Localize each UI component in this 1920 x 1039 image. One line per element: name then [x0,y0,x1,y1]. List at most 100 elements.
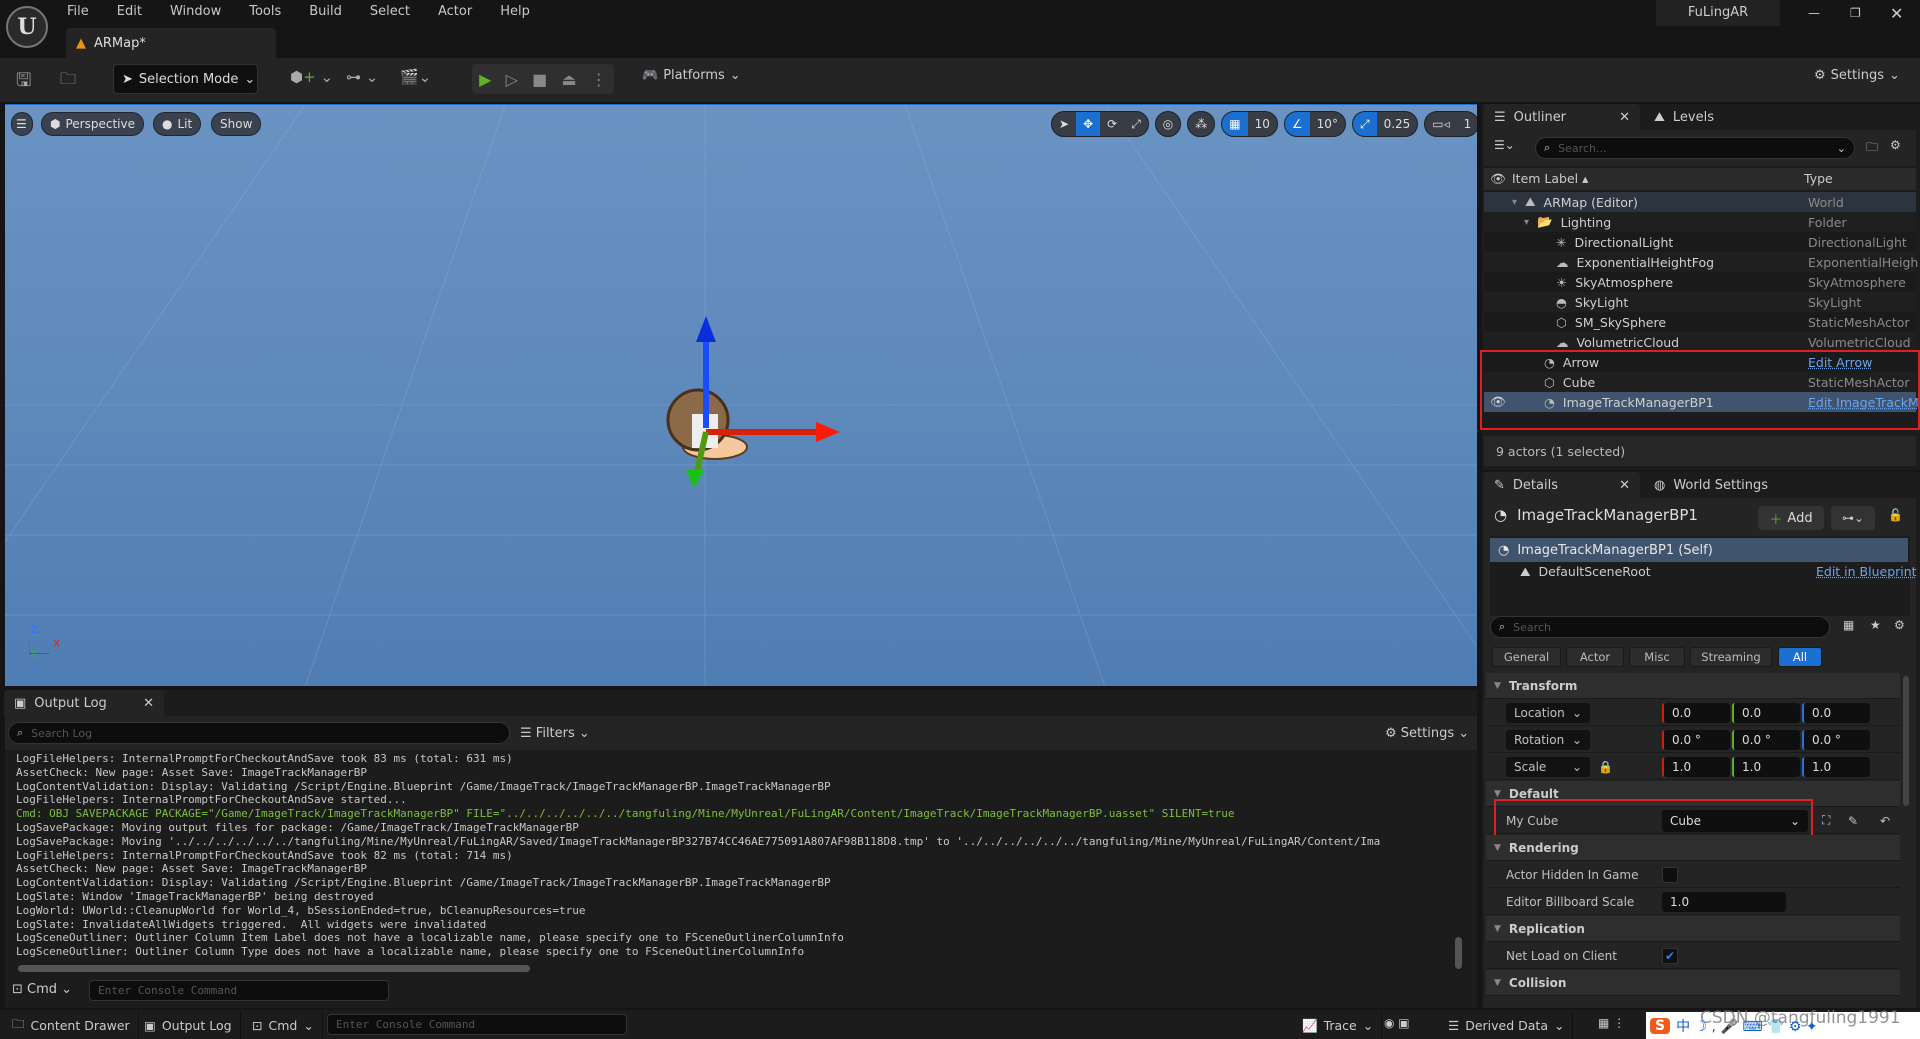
rotation-z[interactable]: 0.0 ° [1802,729,1870,750]
close-icon[interactable]: ✕ [1619,110,1630,125]
filter-misc[interactable]: Misc [1629,647,1685,667]
section-transform[interactable]: Transform [1486,673,1900,699]
minimize-button[interactable]: — [1808,6,1820,20]
location-z[interactable]: 0.0 [1802,702,1870,723]
blueprint-icon[interactable]: ⊶ ⌄ [346,68,378,86]
menu-edit[interactable]: Edit [117,4,142,19]
tab-levels[interactable]: ⛰ Levels [1644,104,1724,130]
output-log-button[interactable]: ▣ Output Log [136,1012,241,1039]
add-component-button[interactable]: ＋ Add [1758,506,1824,530]
scale-y[interactable]: 1.0 [1732,756,1800,777]
save-icon[interactable]: 🖫 [16,68,31,98]
scale-dropdown[interactable]: Scale ⌄ [1506,756,1590,777]
billboard-scale-input[interactable]: 1.0 [1662,891,1786,912]
cinematics-icon[interactable]: 🎬⌄ [400,68,431,86]
section-rendering[interactable]: Rendering [1486,835,1900,861]
outliner-row[interactable]: ☀ SkyAtmosphere SkyAtmosphere [1484,272,1916,292]
record-icon[interactable]: ◉ ▣ [1384,1016,1410,1030]
rotation-dropdown[interactable]: Rotation ⌄ [1506,729,1590,750]
eyedropper-icon[interactable]: ✎ [1848,814,1858,828]
menu-tools[interactable]: Tools [249,4,281,19]
rotate-tool-icon[interactable]: ⟳ [1100,112,1124,136]
component-self[interactable]: ◔ ImageTrackManagerBP1 (Self) [1490,538,1908,562]
grid-snap-icon[interactable]: ▦ [1222,112,1248,136]
source-control-icon[interactable]: ▦ ⋮ [1598,1016,1625,1030]
visibility-icon[interactable]: 👁 [1490,171,1506,187]
scale-snap-value[interactable]: 0.25 [1377,112,1418,136]
scale-tool-icon[interactable]: ⤢ [1124,112,1148,136]
section-collision[interactable]: Collision [1486,970,1900,996]
trace-button[interactable]: 📈 Trace ⌄ [1294,1012,1383,1039]
camera-speed-icon[interactable]: ▭◃ [1425,112,1456,136]
status-console-input[interactable]: Enter Console Command [327,1014,627,1035]
eject-icon[interactable]: ⏏ [562,70,577,89]
filter-general[interactable]: General [1492,647,1561,667]
lit-button[interactable]: ● Lit [153,112,202,136]
scale-z[interactable]: 1.0 [1802,756,1870,777]
reset-icon[interactable]: ↶ [1880,814,1890,828]
location-dropdown[interactable]: Location ⌄ [1506,702,1590,723]
rotation-x[interactable]: 0.0 ° [1662,729,1730,750]
angle-snap-icon[interactable]: ∠ [1284,112,1310,136]
angle-snap-value[interactable]: 10° [1310,112,1345,136]
doc-tab[interactable]: ▲ ARMap* [66,28,276,58]
search-log-input[interactable]: ⌕ Search Log [8,722,510,744]
expand-arrow-icon[interactable]: ▾ [1524,217,1529,228]
step-icon[interactable]: ▷ [506,70,518,89]
outliner-row[interactable]: ◓ SkyLight SkyLight [1484,292,1916,312]
menu-file[interactable]: File [67,4,89,19]
menu-help[interactable]: Help [500,4,530,19]
viewport-menu-button[interactable]: ☰ [11,112,33,136]
actor-hidden-checkbox[interactable] [1662,866,1678,883]
blueprint-options-button[interactable]: ⊶⌄ [1831,506,1875,530]
world-local-icon[interactable]: ◎ [1156,112,1180,136]
outliner-row[interactable]: ▾ 📂 Lighting Folder [1484,212,1916,232]
derived-data-button[interactable]: ☰ Derived Data ⌄ [1440,1012,1574,1039]
outliner-row[interactable]: ✳ DirectionalLight DirectionalLight [1484,232,1916,252]
tab-world-settings[interactable]: ◍ World Settings [1644,472,1778,498]
close-icon[interactable]: ✕ [1619,478,1630,493]
restore-button[interactable]: ❐ [1850,6,1861,20]
menu-actor[interactable]: Actor [438,4,472,19]
stop-icon[interactable]: ■ [532,70,547,89]
add-folder-icon[interactable]: 🗀 [1866,138,1878,159]
log-horizontal-scrollbar[interactable] [18,965,530,972]
menu-window[interactable]: Window [170,4,221,19]
tab-output-log[interactable]: ▣ Output Log ✕ [4,690,164,716]
tab-outliner[interactable]: ☰ Outliner ✕ [1484,104,1640,130]
outliner-row[interactable]: ⬡ SM_SkySphere StaticMeshActor [1484,312,1916,332]
net-load-checkbox[interactable]: ✔ [1662,947,1678,964]
unreal-logo[interactable]: U [6,6,48,48]
details-scrollbar[interactable] [1903,676,1909,806]
play-icon[interactable]: ▶ [479,70,491,89]
outliner-search-input[interactable]: ⌕ Search... ⌄ [1535,137,1855,159]
more-icon[interactable]: ⋮ [591,70,607,89]
scale-x[interactable]: 1.0 [1662,756,1730,777]
sogou-icon[interactable]: S [1650,1017,1671,1034]
tab-details[interactable]: ✎ Details ✕ [1484,472,1640,498]
filter-actor[interactable]: Actor [1566,647,1624,667]
rotation-y[interactable]: 0.0 ° [1732,729,1800,750]
close-window-button[interactable]: ✕ [1890,4,1903,23]
log-settings-button[interactable]: ⚙ Settings ⌄ [1385,726,1469,741]
outliner-row[interactable]: ☁ ExponentialHeightFog ExponentialHeightFo… [1484,252,1918,272]
status-cmd-dropdown[interactable]: ⊡ Cmd ⌄ [244,1012,323,1039]
content-drawer-button[interactable]: 🗀 Content Drawer [4,1012,139,1039]
outliner-row[interactable]: ☁ VolumetricCloud VolumetricCloud [1484,332,1916,352]
lock-icon[interactable]: 🔒 [1598,760,1613,774]
settings-button[interactable]: ⚙ Settings ⌄ [1814,68,1900,83]
col-item-label[interactable]: Item Label ▴ [1512,171,1588,186]
star-icon[interactable]: ★ [1870,618,1881,632]
lock-icon[interactable]: 🔓 [1888,508,1903,522]
surface-snap-icon[interactable]: ⁂ [1188,112,1214,136]
cmd-dropdown[interactable]: ⊡ Cmd ⌄ [12,982,72,997]
menu-select[interactable]: Select [370,4,410,19]
outliner-row[interactable]: ▾ ⛰ ARMap (Editor) World [1484,192,1916,212]
filter-icon[interactable]: ☰⌄ [1494,138,1515,152]
platforms-button[interactable]: 🎮 Platforms ⌄ [642,68,741,83]
content-browse-icon[interactable]: 🗀 [60,68,76,95]
grid-snap-value[interactable]: 10 [1248,112,1277,136]
show-button[interactable]: Show [211,112,262,136]
location-x[interactable]: 0.0 [1662,702,1730,723]
select-actor-icon[interactable]: ⛶ [1822,813,1830,828]
